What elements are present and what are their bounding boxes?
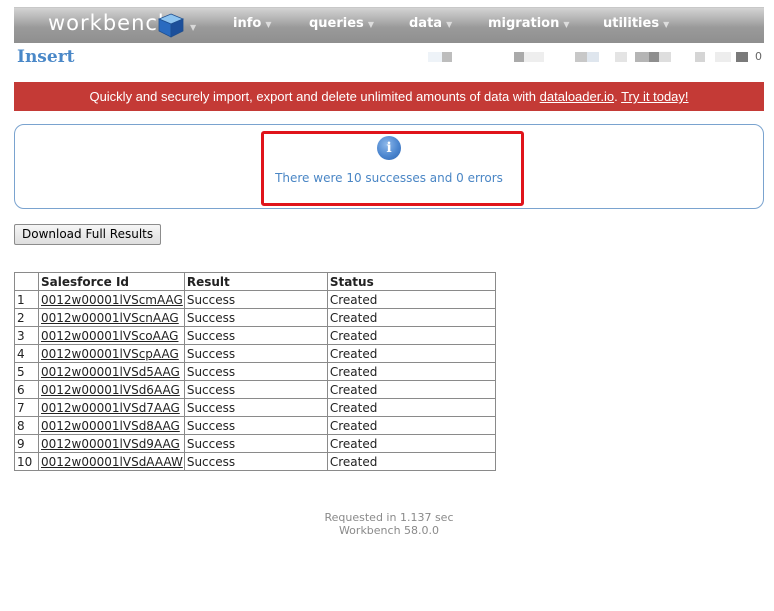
- top-nav-bar: workbench ▼ info ▼ queries ▼ data ▼ migrati…: [14, 7, 764, 43]
- result-cell: Success: [183, 398, 328, 417]
- result-cell: Success: [183, 344, 328, 363]
- result-summary-message: There were 10 successes and 0 errors: [275, 171, 503, 185]
- row-number: 9: [14, 434, 39, 453]
- table-header-row: Salesforce Id Result Status: [14, 272, 496, 291]
- banner-text: Quickly and securely import, export and …: [89, 89, 540, 104]
- salesforce-id-link[interactable]: 0012w00001lVScnAAG: [41, 311, 179, 325]
- status-cell: Created: [326, 398, 496, 417]
- nav-menu-label: data: [409, 16, 443, 31]
- user-info-count: 0: [755, 50, 762, 63]
- row-number: 3: [14, 326, 39, 345]
- salesforce-id-cell: 0012w00001lVSdAAAW: [38, 452, 185, 471]
- page-footer: Requested in 1.137 sec Workbench 58.0.0: [289, 511, 489, 537]
- salesforce-id-link[interactable]: 0012w00001lVSd6AAG: [41, 383, 180, 397]
- salesforce-id-link[interactable]: 0012w00001lVSd9AAG: [41, 437, 180, 451]
- column-header-salesforce-id: Salesforce Id: [38, 272, 185, 291]
- chevron-down-icon: ▼: [367, 20, 374, 29]
- salesforce-id-cell: 0012w00001lVScoAAG: [38, 326, 185, 345]
- result-cell: Success: [183, 452, 328, 471]
- nav-menu-migration[interactable]: migration ▼: [488, 16, 570, 31]
- chevron-down-icon: ▼: [663, 20, 670, 29]
- salesforce-id-link[interactable]: 0012w00001lVScoAAG: [41, 329, 178, 343]
- dataloader-link[interactable]: dataloader.io: [540, 89, 614, 104]
- brand-logo-text[interactable]: workbench: [48, 11, 172, 35]
- row-number: 7: [14, 398, 39, 417]
- salesforce-id-cell: 0012w00001lVScpAAG: [38, 344, 185, 363]
- salesforce-id-cell: 0012w00001lVSd6AAG: [38, 380, 185, 399]
- row-number: 5: [14, 362, 39, 381]
- chevron-down-icon: ▼: [265, 20, 272, 29]
- row-number: 6: [14, 380, 39, 399]
- results-table: Salesforce Id Result Status 1 0012w00001l…: [14, 272, 496, 471]
- nav-menu-label: migration: [488, 16, 560, 31]
- result-cell: Success: [183, 362, 328, 381]
- result-cell: Success: [183, 380, 328, 399]
- table-row: 5 0012w00001lVSd5AAG Success Created: [14, 362, 496, 381]
- salesforce-id-link[interactable]: 0012w00001lVSd8AAG: [41, 419, 180, 433]
- table-row: 6 0012w00001lVSd6AAG Success Created: [14, 380, 496, 399]
- try-it-today-link[interactable]: Try it today!: [621, 89, 688, 104]
- nav-menu-queries[interactable]: queries ▼: [309, 16, 374, 31]
- download-full-results-button[interactable]: Download Full Results: [14, 224, 162, 245]
- table-row: 1 0012w00001lVScmAAG Success Created: [14, 290, 496, 309]
- status-cell: Created: [326, 326, 496, 345]
- result-cell: Success: [183, 326, 328, 345]
- salesforce-id-link[interactable]: 0012w00001lVSdAAAW: [41, 455, 183, 469]
- result-cell: Success: [183, 290, 328, 309]
- request-timing: Requested in 1.137 sec: [324, 511, 454, 524]
- salesforce-id-cell: 0012w00001lVSd5AAG: [38, 362, 185, 381]
- salesforce-id-cell: 0012w00001lVScnAAG: [38, 308, 185, 327]
- status-cell: Created: [326, 290, 496, 309]
- salesforce-id-cell: 0012w00001lVScmAAG: [38, 290, 185, 309]
- salesforce-id-cell: 0012w00001lVSd9AAG: [38, 434, 185, 453]
- status-cell: Created: [326, 380, 496, 399]
- info-icon: i: [377, 136, 401, 160]
- nav-menu-label: queries: [309, 16, 364, 31]
- status-cell: Created: [326, 362, 496, 381]
- result-cell: Success: [183, 416, 328, 435]
- table-row: 3 0012w00001lVScoAAG Success Created: [14, 326, 496, 345]
- result-cell: Success: [183, 434, 328, 453]
- column-header-status: Status: [326, 272, 496, 291]
- status-cell: Created: [326, 308, 496, 327]
- status-cell: Created: [326, 434, 496, 453]
- table-row: 8 0012w00001lVSd8AAG Success Created: [14, 416, 496, 435]
- table-row: 9 0012w00001lVSd9AAG Success Created: [14, 434, 496, 453]
- salesforce-id-link[interactable]: 0012w00001lVSd5AAG: [41, 365, 180, 379]
- column-header-result: Result: [183, 272, 328, 291]
- table-row: 10 0012w00001lVSdAAAW Success Created: [14, 452, 496, 471]
- salesforce-id-cell: 0012w00001lVSd7AAG: [38, 398, 185, 417]
- cube-logo-icon: [158, 13, 184, 38]
- row-number: 8: [14, 416, 39, 435]
- chevron-down-icon: ▼: [446, 20, 453, 29]
- row-number: 2: [14, 308, 39, 327]
- result-cell: Success: [183, 308, 328, 327]
- status-cell: Created: [326, 344, 496, 363]
- salesforce-id-link[interactable]: 0012w00001lVSd7AAG: [41, 401, 180, 415]
- promo-banner: Quickly and securely import, export and …: [14, 82, 764, 111]
- workbench-version: Workbench 58.0.0: [338, 524, 440, 537]
- status-cell: Created: [326, 416, 496, 435]
- chevron-down-icon[interactable]: ▼: [190, 23, 196, 32]
- row-number: 10: [14, 452, 39, 471]
- table-row: 2 0012w00001lVScnAAG Success Created: [14, 308, 496, 327]
- nav-menu-utilities[interactable]: utilities ▼: [603, 16, 669, 31]
- page-title: Insert: [17, 47, 75, 67]
- nav-menu-info[interactable]: info ▼: [233, 16, 271, 31]
- salesforce-id-link[interactable]: 0012w00001lVScpAAG: [41, 347, 179, 361]
- table-row: 4 0012w00001lVScpAAG Success Created: [14, 344, 496, 363]
- status-cell: Created: [326, 452, 496, 471]
- nav-menu-data[interactable]: data ▼: [409, 16, 452, 31]
- column-header-row-number: [14, 272, 39, 291]
- salesforce-id-cell: 0012w00001lVSd8AAG: [38, 416, 185, 435]
- user-info-redacted: 0: [410, 50, 764, 64]
- nav-menu-label: utilities: [603, 16, 660, 31]
- salesforce-id-link[interactable]: 0012w00001lVScmAAG: [41, 293, 183, 307]
- chevron-down-icon: ▼: [563, 20, 570, 29]
- nav-menu-label: info: [233, 16, 262, 31]
- table-row: 7 0012w00001lVSd7AAG Success Created: [14, 398, 496, 417]
- row-number: 4: [14, 344, 39, 363]
- row-number: 1: [14, 290, 39, 309]
